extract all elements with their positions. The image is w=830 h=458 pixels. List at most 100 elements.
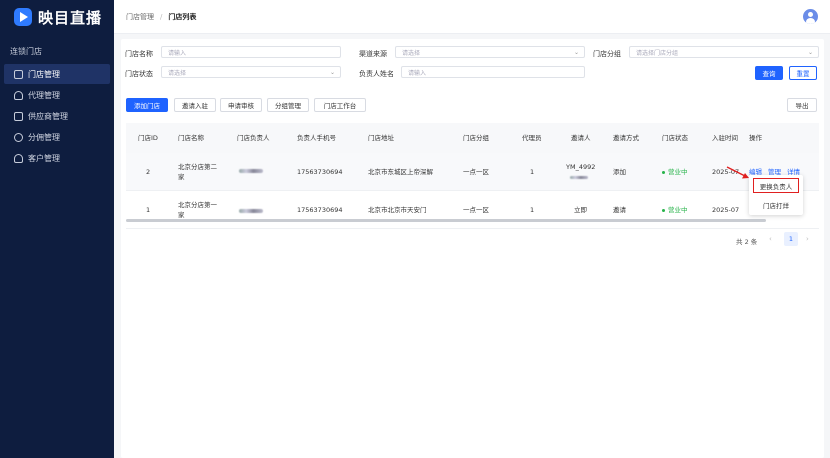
col-header: 邀请人 [571,134,591,142]
manager-name-input[interactable]: 请输入 [401,66,585,78]
close-store-menu-item[interactable]: 门店打烊 [753,197,799,212]
workbench-button[interactable]: 门店工作台 [314,98,366,112]
sidebar-item-label: 客户管理 [28,153,60,163]
store-icon [14,69,23,79]
commission-icon [14,132,23,142]
sidebar-item-store[interactable]: 门店管理 [4,64,110,84]
top-header: 门店管理 / 门店列表 [114,0,830,34]
col-header: 门店状态 [662,134,688,142]
col-header: 邀请方式 [613,134,639,142]
play-logo-icon [14,8,32,26]
store-name-input[interactable]: 请输入 [161,46,341,58]
cell-agent: 1 [530,206,535,214]
export-button[interactable]: 导出 [787,98,817,112]
store-name-label: 门店名称 [125,50,153,58]
user-avatar-icon[interactable] [803,9,818,24]
cell-address: 北京市北京市天安门 [368,206,427,214]
col-header: 门店名称 [178,134,204,142]
sidebar-item-supplier[interactable]: 供应商管理 [4,106,110,126]
page-number-button[interactable]: 1 [784,232,798,246]
cell-invite-method: 添加 [613,168,626,176]
breadcrumb-parent[interactable]: 门店管理 [126,12,154,22]
cell-invite-method: 邀请 [613,206,626,214]
search-button[interactable]: 查询 [755,66,783,80]
content-panel: 门店名称 请输入 渠道来源 请选择 ⌄ 门店分组 请选择门店分组 ⌄ 门店状态 … [121,39,824,458]
cell-store-name: 北京分店第一 家 [178,200,217,220]
col-header: 门店地址 [368,134,394,142]
cell-join-time: 2025-07 [712,206,740,214]
redacted-inviter [570,176,588,179]
inviter-id: YM_4992 [566,163,596,171]
sidebar-item-label: 分佣管理 [28,132,60,142]
store-status-label: 门店状态 [125,70,153,78]
sidebar-item-commission[interactable]: 分佣管理 [4,127,110,147]
col-header: 操作 [749,134,762,142]
col-header: 入驻时间 [712,134,738,142]
breadcrumb-separator: / [160,12,163,21]
sidebar-item-agent[interactable]: 代理管理 [4,85,110,105]
col-header: 代理员 [522,134,542,142]
sidebar-item-customer[interactable]: 客户管理 [4,148,110,168]
change-manager-menu-item[interactable]: 更换负责人 [753,178,799,193]
table-horizontal-scrollbar[interactable] [126,219,766,222]
cell-manager-blurred [239,166,263,176]
manager-name-label: 负责人姓名 [359,70,394,78]
cell-inviter: 立即 [574,206,587,214]
store-group-placeholder: 请选择门店分组 [636,49,679,57]
add-store-button[interactable]: 添加门店 [126,98,168,112]
pagination-total: 共 2 条 [736,238,758,246]
chevron-down-icon: ⌄ [329,69,335,76]
cell-agent: 1 [530,168,535,176]
sidebar-item-label: 代理管理 [28,90,60,100]
breadcrumb-current: 门店列表 [168,12,197,21]
store-name-line2: 家 [178,173,185,181]
invite-button[interactable]: 邀请入驻 [174,98,216,112]
cell-status: 营业中 [662,205,688,215]
cell-group: 一点一区 [463,206,489,214]
prev-page-icon[interactable]: ‹ [769,235,772,243]
table-row[interactable]: 2 北京分店第二 家 17563730694 北京市东城区上帝深解 一点一区 1… [126,153,819,191]
brand-logo[interactable]: 映目直播 [0,0,114,34]
chevron-down-icon: ⌄ [573,49,579,56]
store-group-label: 门店分组 [593,50,621,58]
store-table: 门店ID 门店名称 门店负责人 负责人手机号 门店地址 门店分组 代理员 邀请人… [126,123,819,229]
cell-status: 营业中 [662,167,688,177]
channel-select[interactable]: 请选择 ⌄ [395,46,585,58]
col-header: 负责人手机号 [297,134,336,142]
store-status-select[interactable]: 请选择 ⌄ [161,66,341,78]
cell-store-id: 1 [146,206,151,214]
cell-phone: 17563730694 [297,206,343,214]
status-text: 营业中 [668,206,688,214]
status-dot-icon [662,170,665,174]
store-name-placeholder: 请输入 [168,49,187,57]
next-page-icon[interactable]: › [806,235,809,243]
cell-address: 北京市东城区上帝深解 [368,168,433,176]
reset-button[interactable]: 重置 [789,66,817,80]
table-row[interactable]: 1 北京分店第一 家 17563730694 北京市北京市天安门 一点一区 1 … [126,191,819,229]
store-name-line1: 北京分店第一 [178,201,217,209]
col-header: 门店负责人 [237,134,270,142]
col-header: 门店ID [138,134,158,142]
store-name-line1: 北京分店第二 [178,163,217,171]
supplier-icon [14,111,23,121]
sidebar-item-label: 供应商管理 [28,111,68,121]
customer-icon [14,153,23,163]
store-group-select[interactable]: 请选择门店分组 ⌄ [629,46,819,58]
sidebar: 映目直播 连锁门店 门店管理 代理管理 供应商管理 分佣管理 客户管理 [0,0,114,458]
manager-name-placeholder: 请输入 [408,69,427,77]
channel-placeholder: 请选择 [402,49,421,57]
channel-label: 渠道来源 [359,50,387,58]
more-actions-dropdown: 更换负责人 门店打烊 [749,175,803,215]
status-dot-icon [662,208,665,212]
group-manage-button[interactable]: 分组管理 [267,98,309,112]
cell-store-id: 2 [146,168,151,176]
review-button[interactable]: 申请审核 [220,98,262,112]
annotation-arrow-icon [726,166,749,179]
redacted-name [239,169,263,173]
cell-inviter: YM_4992 [566,162,595,182]
sidebar-group-label: 连锁门店 [10,47,42,56]
cell-group: 一点一区 [463,168,489,176]
agent-icon [14,90,23,100]
col-header: 门店分组 [463,134,489,142]
cell-manager-blurred [239,206,263,216]
